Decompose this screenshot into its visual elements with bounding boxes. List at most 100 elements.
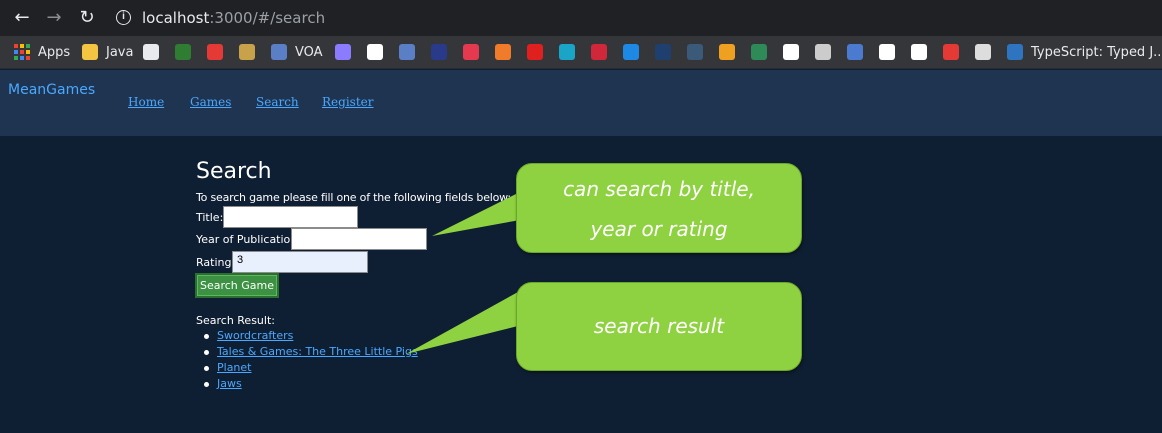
bookmark-item[interactable] (783, 43, 807, 61)
bookmark-item[interactable] (239, 43, 263, 61)
list-item: Swordcrafters (204, 329, 293, 342)
cube-icon (495, 44, 511, 60)
figure-icon (943, 44, 959, 60)
bookmarks-bar: Apps Java VOA TypeScript: Typed J... (0, 36, 1162, 69)
bookmark-item[interactable] (495, 43, 519, 61)
bookmark-item[interactable] (463, 43, 487, 61)
brand-logo[interactable]: MeanGames (8, 82, 95, 98)
voa-icon (271, 44, 287, 60)
bookmark-item[interactable] (879, 43, 903, 61)
bookmark-item[interactable] (335, 43, 359, 61)
bookmark-label: Java (106, 44, 134, 60)
bookmark-item[interactable] (655, 43, 679, 61)
back-arrow-icon[interactable]: ← (10, 6, 34, 30)
azure-icon (623, 44, 639, 60)
result-hint-callout: search result (516, 282, 802, 371)
voa-icon (399, 44, 415, 60)
bookmark-item[interactable] (911, 43, 935, 61)
browser-toolbar: ← → ↻ i localhost:3000/#/search (0, 0, 1162, 36)
bookmark-item[interactable]: TypeScript: Typed J... (1007, 43, 1162, 61)
bookmark-item[interactable] (431, 43, 455, 61)
bookmark-item[interactable] (367, 43, 391, 61)
search-result-label: Search Result: (196, 314, 275, 327)
result-link[interactable]: Swordcrafters (217, 329, 293, 342)
bookmark-item[interactable] (527, 43, 551, 61)
codepen-icon (783, 44, 799, 60)
bookmark-item[interactable] (975, 43, 999, 61)
box-icon (239, 44, 255, 60)
tr-icon (655, 44, 671, 60)
bookmark-item[interactable] (399, 43, 423, 61)
oracle-icon (527, 44, 543, 60)
address-bar[interactable]: localhost:3000/#/search (142, 9, 325, 27)
bookmark-item[interactable] (559, 43, 583, 61)
bookmark-item[interactable] (687, 43, 711, 61)
bookmark-item[interactable] (591, 43, 615, 61)
bird-icon (367, 44, 383, 60)
nav-games[interactable]: Games (190, 95, 231, 109)
list-item: Planet (204, 361, 251, 374)
github-icon (143, 44, 159, 60)
bookmark-item[interactable] (719, 43, 743, 61)
forward-arrow-icon[interactable]: → (42, 6, 66, 30)
title-input[interactable] (223, 206, 358, 228)
apps-grid-icon (14, 44, 30, 60)
x-icon (431, 44, 447, 60)
swirl-icon (591, 44, 607, 60)
nav-search[interactable]: Search (256, 95, 299, 109)
bookmark-item[interactable] (623, 43, 647, 61)
result-link[interactable]: Planet (217, 361, 251, 374)
search-hint-line-1: can search by title, (563, 177, 755, 201)
w-icon (175, 44, 191, 60)
bookmark-item[interactable]: Java (82, 43, 133, 61)
bookmark-item[interactable] (207, 43, 231, 61)
bullet-icon (204, 365, 209, 371)
bookmark-item[interactable] (143, 43, 167, 61)
year-input[interactable] (291, 228, 427, 250)
nav-home[interactable]: Home (128, 95, 164, 109)
search-hint-line-2: year or rating (590, 217, 728, 241)
screen-icon (975, 44, 991, 60)
search-game-button[interactable]: Search Game (195, 273, 279, 298)
bookmark-item[interactable] (751, 43, 775, 61)
o-icon (207, 44, 223, 60)
bookmark-item[interactable] (815, 43, 839, 61)
result-link[interactable]: Tales & Games: The Three Little Pigs (217, 345, 418, 358)
bookmark-label: TypeScript: Typed J... (1031, 44, 1162, 60)
result-link[interactable]: Jaws (217, 377, 242, 390)
bookmark-item[interactable] (943, 43, 967, 61)
reload-icon[interactable]: ↻ (75, 6, 99, 30)
bookmark-item[interactable]: Apps (14, 43, 70, 61)
code-icon (335, 44, 351, 60)
bookmark-item[interactable] (175, 43, 199, 61)
list-item: Jaws (204, 377, 242, 390)
bookmark-label: VOA (295, 44, 323, 60)
bookmark-item[interactable]: VOA (271, 43, 323, 61)
nav-register[interactable]: Register (322, 95, 373, 109)
rating-input[interactable]: 3 (232, 251, 368, 273)
circle-icon (879, 44, 895, 60)
codepen-icon (911, 44, 927, 60)
page-title: Search (196, 159, 272, 184)
bookmark-item[interactable] (847, 43, 871, 61)
music-icon (719, 44, 735, 60)
r-icon (847, 44, 863, 60)
bullet-icon (204, 381, 209, 387)
info-icon[interactable]: i (116, 10, 131, 25)
year-label: Year of Publication: (196, 233, 301, 246)
pattern-icon (815, 44, 831, 60)
url-host: localhost (142, 9, 210, 27)
title-label: Title: (196, 211, 224, 224)
bullet-icon (204, 349, 209, 355)
bullet-icon (204, 333, 209, 339)
ts-icon (1007, 44, 1023, 60)
gfg-icon (751, 44, 767, 60)
folder-icon (82, 44, 98, 60)
url-path: :3000/#/search (209, 9, 326, 27)
search-hint-callout: can search by title, year or rating (516, 163, 802, 253)
callout-tail (432, 192, 520, 236)
rating-label: Rating: (196, 256, 236, 269)
result-hint-text: search result (593, 314, 725, 338)
list-item: Tales & Games: The Three Little Pigs (204, 345, 418, 358)
callout-tail (406, 292, 518, 354)
